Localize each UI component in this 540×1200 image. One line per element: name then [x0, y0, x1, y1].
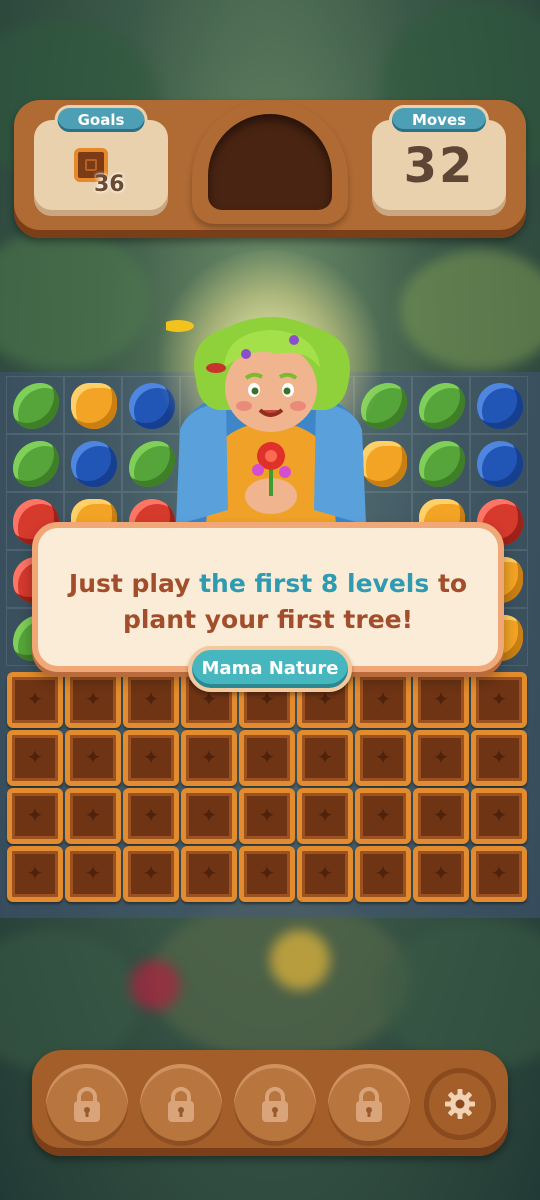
- moves-panel: Moves 32: [372, 108, 506, 216]
- board-cell[interactable]: [412, 434, 470, 492]
- wooden-crate-tile[interactable]: [7, 846, 63, 902]
- lock-icon: [74, 1087, 100, 1122]
- wooden-crate-tile[interactable]: [413, 672, 469, 728]
- board-cell[interactable]: [6, 376, 64, 434]
- wooden-crate-tile[interactable]: [123, 672, 179, 728]
- goal-count: 36: [94, 172, 125, 197]
- berry-piece[interactable]: [477, 441, 523, 487]
- mama-nature-character: [166, 317, 366, 525]
- wooden-crate-tile[interactable]: [297, 788, 353, 844]
- wooden-crate-tile[interactable]: [239, 846, 295, 902]
- wooden-crate-tile[interactable]: [413, 788, 469, 844]
- berry-piece[interactable]: [71, 441, 117, 487]
- wooden-crate-tile[interactable]: [413, 846, 469, 902]
- booster-bar: [32, 1050, 508, 1156]
- dialog-text-highlight: the first 8 levels: [199, 569, 430, 598]
- wooden-crate-tile[interactable]: [65, 788, 121, 844]
- wooden-crate-tile[interactable]: [413, 730, 469, 786]
- wooden-crate-tile[interactable]: [65, 672, 121, 728]
- settings-button[interactable]: [424, 1068, 496, 1140]
- wooden-crate-tile[interactable]: [123, 730, 179, 786]
- wooden-crate-tile[interactable]: [355, 846, 411, 902]
- booster-slot-locked[interactable]: [46, 1064, 128, 1146]
- dialog-text: Just play the first 8 levels to plant yo…: [58, 566, 478, 638]
- booster-slot-locked[interactable]: [234, 1064, 316, 1146]
- goals-label: Goals: [57, 108, 145, 132]
- speaker-name-badge: Mama Nature: [188, 646, 352, 692]
- board-cell[interactable]: [6, 434, 64, 492]
- top-hud: Goals 36 Moves 32: [14, 100, 526, 238]
- doorway-opening: [208, 114, 332, 210]
- lock-icon: [168, 1087, 194, 1122]
- wooden-crate-tile[interactable]: [7, 730, 63, 786]
- tree-doorway: [192, 100, 348, 224]
- wooden-crate-tile[interactable]: [65, 730, 121, 786]
- wooden-crate-tile[interactable]: [181, 846, 237, 902]
- wooden-crate-tile[interactable]: [123, 846, 179, 902]
- gear-icon: [445, 1089, 475, 1119]
- wooden-crate-tile[interactable]: [355, 788, 411, 844]
- booster-slot-locked[interactable]: [140, 1064, 222, 1146]
- lock-icon: [356, 1087, 382, 1122]
- wooden-crate-tile[interactable]: [471, 788, 527, 844]
- acorn-piece[interactable]: [71, 383, 117, 429]
- lock-icon: [262, 1087, 288, 1122]
- booster-slot-locked[interactable]: [328, 1064, 410, 1146]
- wooden-crate-tile[interactable]: [123, 788, 179, 844]
- board-cell[interactable]: [470, 376, 528, 434]
- moves-label: Moves: [391, 108, 487, 132]
- board-cell[interactable]: [64, 434, 122, 492]
- wooden-crate-tile[interactable]: [471, 730, 527, 786]
- wooden-crate-tile[interactable]: [297, 730, 353, 786]
- wooden-crate-tile[interactable]: [471, 846, 527, 902]
- wooden-crate-tile[interactable]: [239, 788, 295, 844]
- leaf-piece[interactable]: [13, 383, 59, 429]
- wooden-crate-tile[interactable]: [471, 672, 527, 728]
- wooden-crate-tile[interactable]: [239, 730, 295, 786]
- leaf-piece[interactable]: [419, 383, 465, 429]
- berry-piece[interactable]: [477, 383, 523, 429]
- wooden-crate-tile[interactable]: [355, 730, 411, 786]
- wooden-crate-tile[interactable]: [7, 788, 63, 844]
- wooden-crate-tile[interactable]: [181, 730, 237, 786]
- board-cell[interactable]: [470, 434, 528, 492]
- wooden-crate-tile[interactable]: [355, 672, 411, 728]
- wooden-crate-tile[interactable]: [65, 846, 121, 902]
- goals-panel: Goals 36: [34, 108, 168, 216]
- wooden-crate-tile[interactable]: [7, 672, 63, 728]
- dialog-text-start: Just play: [68, 569, 200, 598]
- leaf-piece[interactable]: [419, 441, 465, 487]
- wooden-crate-tile[interactable]: [297, 846, 353, 902]
- moves-count: 32: [403, 138, 475, 194]
- board-cell[interactable]: [412, 376, 470, 434]
- wooden-crate-tile[interactable]: [181, 788, 237, 844]
- board-cell[interactable]: [64, 376, 122, 434]
- leaf-piece[interactable]: [13, 441, 59, 487]
